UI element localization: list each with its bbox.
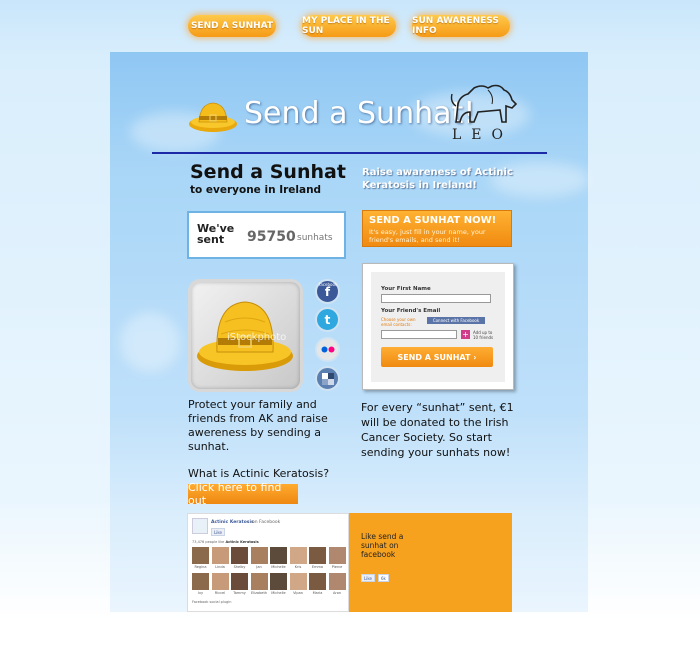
sunhat-image: iStockphoto: [188, 279, 303, 392]
fb-fan-avatar[interactable]: [289, 547, 307, 564]
fb-fan-avatar[interactable]: [328, 547, 346, 564]
fb-fan-avatar[interactable]: [211, 573, 229, 590]
sunhat-counter: We've sent 95750 sunhats: [187, 211, 346, 259]
nav-sun-awareness-label: SUN AWARENESS INFO: [412, 16, 499, 36]
fb-fan-name: Emma: [311, 565, 324, 569]
fb-fan-avatar[interactable]: [289, 573, 307, 590]
fb-fan-avatar[interactable]: [231, 573, 248, 590]
delicious-icon[interactable]: [315, 366, 340, 391]
fb-fan-name: Regina: [194, 565, 207, 569]
logo-title: Send a Sunhat!: [244, 96, 476, 131]
fb-fans-page: Actinic Keratosis: [225, 540, 259, 544]
send-now-title: SEND A SUNHAT NOW!: [369, 215, 497, 226]
friend-email-label: Your Friend's Email: [381, 308, 441, 314]
fb-fan-avatar[interactable]: [309, 573, 326, 590]
fb-like-button[interactable]: Like: [211, 528, 225, 536]
counter-unit: sunhats: [297, 233, 333, 243]
facebook-icon-label: facebook: [319, 282, 338, 287]
sunhat-logo-icon: [188, 100, 238, 134]
image-watermark: iStockphoto: [227, 332, 287, 343]
counter-value: 95750: [247, 229, 296, 245]
fb-fan-avatar[interactable]: [270, 547, 287, 564]
awareness-tagline: Raise awareness of Actinic Keratosis in …: [362, 167, 513, 191]
add-friends-hint: Add up to 10 friends: [473, 330, 494, 340]
fb-fan-name: Kris: [294, 565, 302, 569]
fb-page-name[interactable]: Actinic Keratosis: [211, 520, 254, 525]
fb-fan-name: Vipan: [293, 591, 303, 595]
facebook-like-box: Actinic Keratosis on Facebook Like 73,47…: [187, 513, 349, 612]
send-now-subtitle: It's easy, just fill in your name, your …: [369, 228, 486, 244]
page-subheading: to everyone in Ireland: [190, 184, 322, 196]
fb-fan-avatar[interactable]: [192, 573, 209, 590]
fb-plugin-label: Facebook social plugin: [192, 600, 232, 604]
leo-logo-text: LEO: [452, 127, 513, 143]
nav-my-place[interactable]: MY PLACE IN THE SUN: [302, 15, 396, 37]
fb-fan-name: Pierce: [331, 565, 343, 569]
fb-fans-line: 73,476 people like Actinic Keratosis: [192, 540, 259, 544]
fb-fan-avatar[interactable]: [250, 573, 268, 590]
fb-fan-name: Shelby: [233, 565, 246, 569]
fb-cta-like-button[interactable]: Like: [361, 574, 375, 582]
fb-fan-name: Elizabeth: [250, 591, 268, 595]
send-sunhat-form: Your First Name Your Friend's Email Choo…: [362, 263, 514, 390]
send-sunhat-button[interactable]: SEND A SUNHAT ›: [381, 347, 493, 367]
friend-email-input[interactable]: [381, 330, 457, 339]
fb-fan-avatar[interactable]: [192, 547, 209, 564]
fb-cta-like-count: 6k: [378, 574, 389, 582]
donation-text: For every “sunhat” sent, €1 will be dona…: [361, 401, 514, 459]
nav-sun-awareness[interactable]: SUN AWARENESS INFO: [412, 15, 510, 37]
send-sunhat-now-banner[interactable]: SEND A SUNHAT NOW! It's easy, just fill …: [362, 210, 512, 247]
fb-fan-name: Aron: [332, 591, 342, 595]
fb-fan-avatar[interactable]: [270, 573, 287, 590]
first-name-label: Your First Name: [381, 286, 431, 292]
fb-fan-avatar[interactable]: [211, 547, 229, 564]
flickr-icon[interactable]: [315, 337, 340, 362]
fb-fan-name: Michelle: [271, 565, 286, 569]
fb-fan-name: Maria: [312, 591, 323, 595]
ak-question: What is Actinic Keratosis?: [188, 467, 330, 480]
page-avatar: [192, 518, 208, 534]
fb-fan-avatar[interactable]: [231, 547, 248, 564]
first-name-input[interactable]: [381, 294, 491, 303]
fb-fan-avatar[interactable]: [250, 547, 268, 564]
fb-fan-avatar[interactable]: [309, 547, 326, 564]
form-body: Your First Name Your Friend's Email Choo…: [371, 272, 505, 382]
page-heading: Send a Sunhat: [190, 161, 346, 183]
connect-facebook-button[interactable]: Connect with Facebook: [427, 317, 485, 324]
fb-fan-name: Michelle: [271, 591, 286, 595]
choose-contacts-label: Choose your own email contacts:: [381, 317, 416, 327]
fb-fan-name: Linda: [215, 565, 225, 569]
twitter-icon[interactable]: t: [315, 307, 340, 332]
nav-my-place-label: MY PLACE IN THE SUN: [302, 16, 390, 36]
fb-fan-name: Riccel: [214, 591, 226, 595]
nav-send-sunhat[interactable]: SEND A SUNHAT: [188, 15, 276, 37]
fb-fan-name: Tammy: [233, 591, 246, 595]
leo-lion-logo-icon: [448, 82, 524, 128]
counter-label: We've sent: [197, 222, 235, 246]
add-friend-button[interactable]: +: [461, 330, 470, 339]
facebook-like-cta-text[interactable]: Like send a sunhat on facebook: [361, 532, 421, 559]
nav-send-sunhat-label: SEND A SUNHAT: [190, 21, 274, 31]
find-out-button[interactable]: Click here to find out: [188, 481, 298, 507]
protect-family-text: Protect your family and friends from AK …: [188, 398, 328, 453]
fb-fan-name: Ivy: [197, 591, 204, 595]
fb-fan-name: Jan: [256, 565, 262, 569]
facebook-like-cta: Like send a sunhat on facebook Like 6k: [349, 513, 512, 612]
fb-fans-count: 73,476 people like: [192, 540, 225, 544]
header-divider: [152, 152, 547, 154]
fb-fan-avatar[interactable]: [328, 573, 346, 590]
fb-on-facebook: on Facebook: [252, 520, 281, 525]
